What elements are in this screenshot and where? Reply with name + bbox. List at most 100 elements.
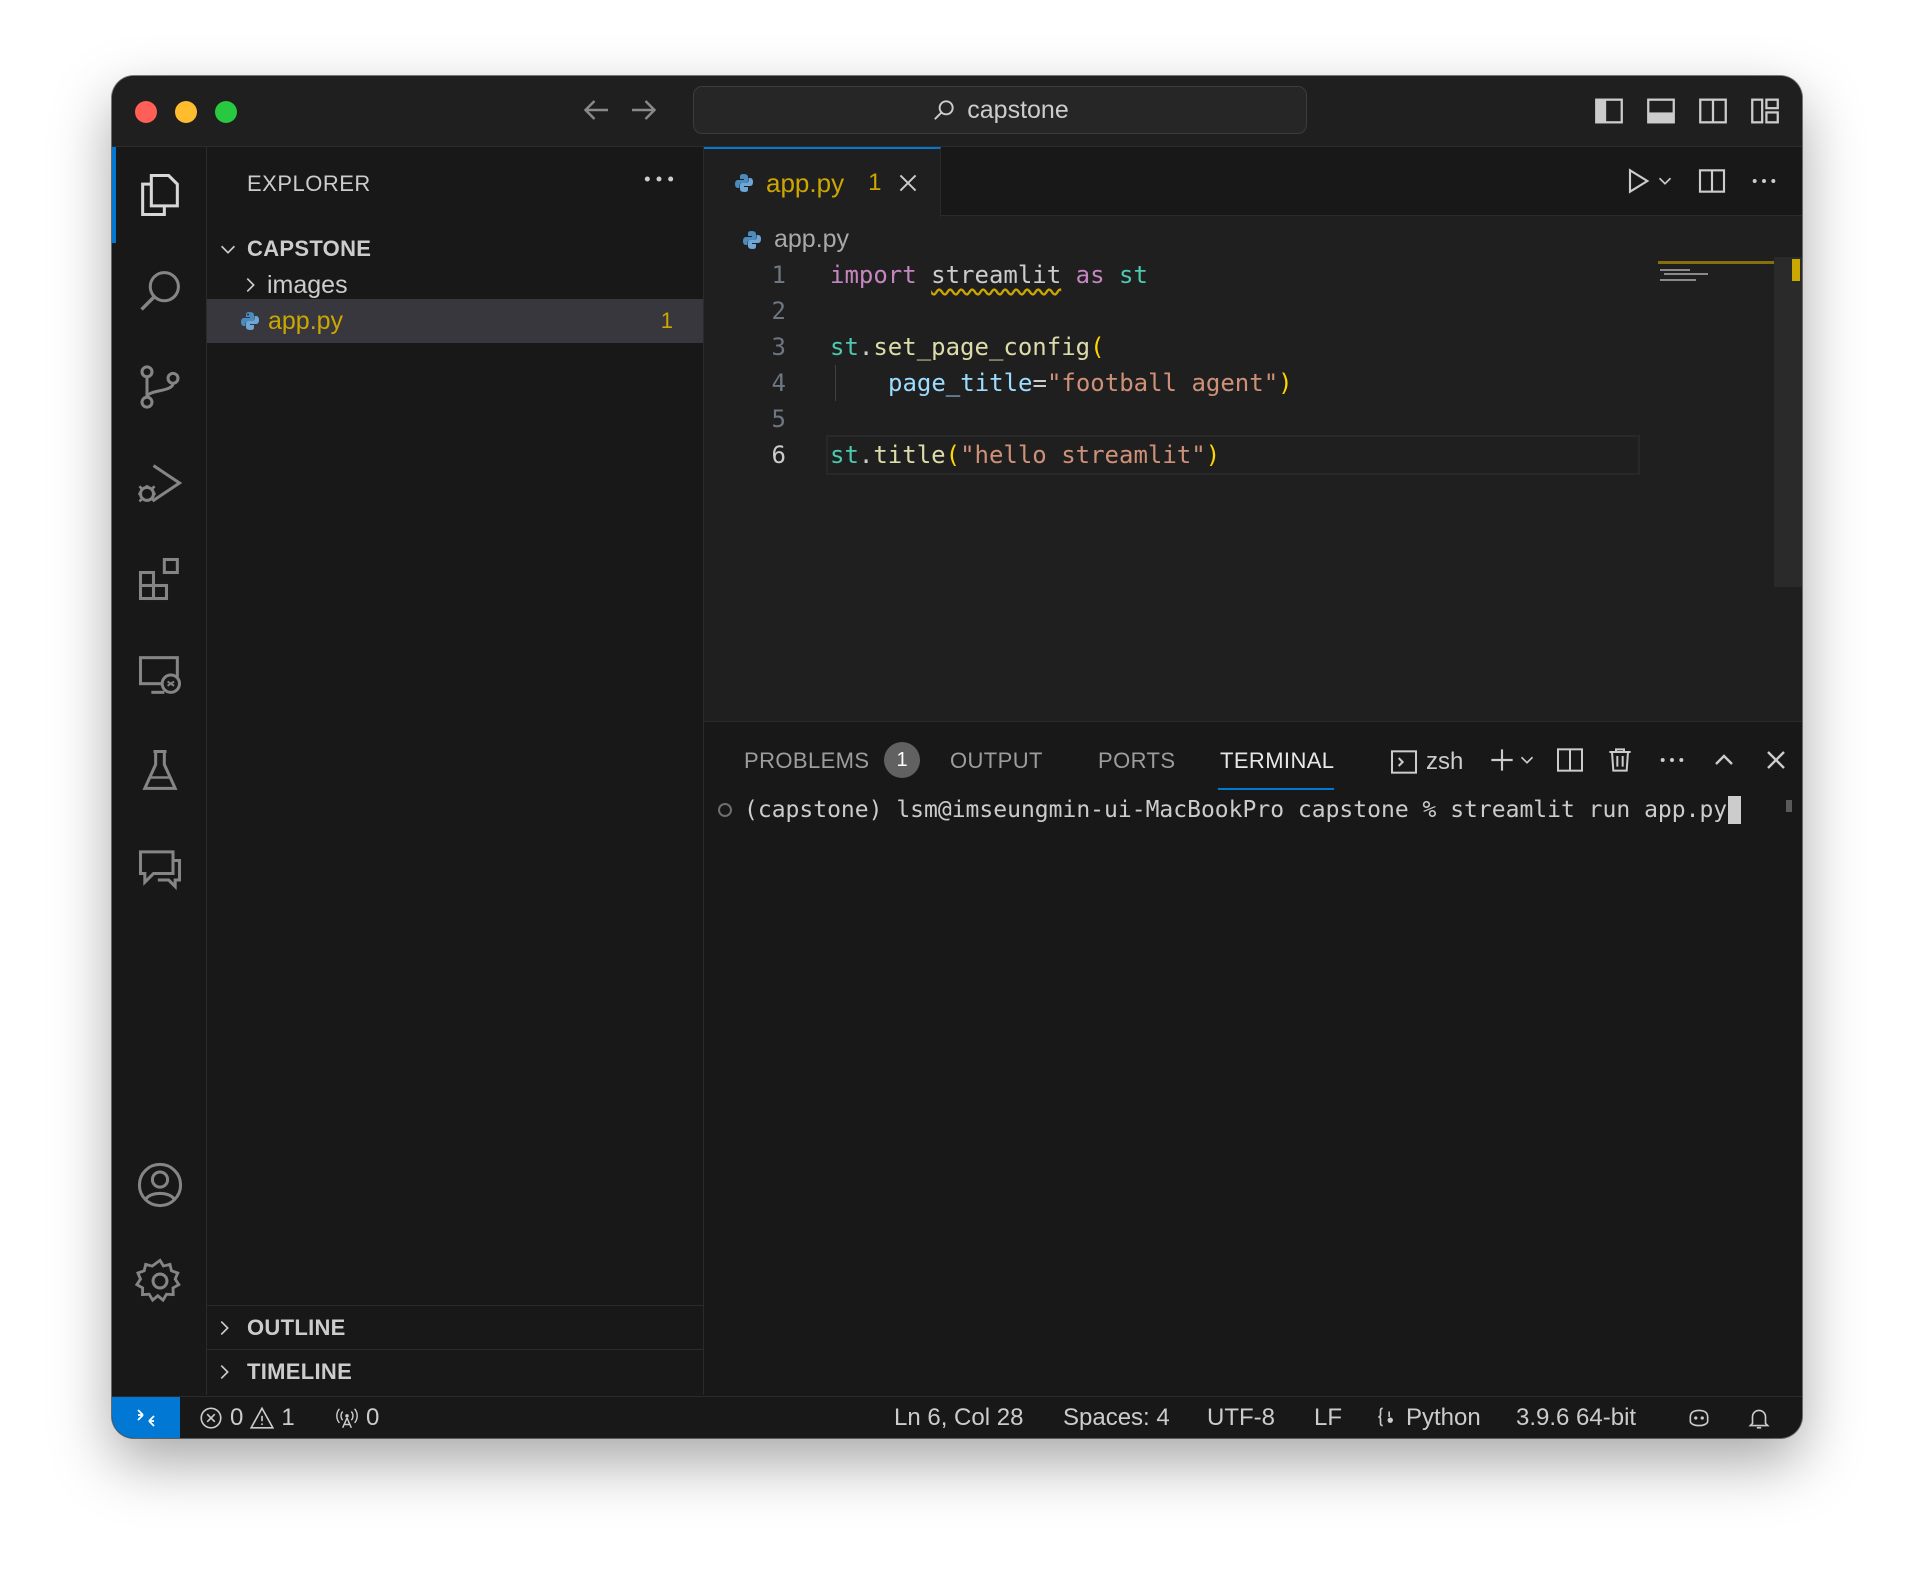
problem-count-badge: 1 <box>660 308 673 333</box>
error-icon <box>200 1407 222 1429</box>
toggle-panel-icon[interactable] <box>1644 94 1678 128</box>
code-text: page_title="football agent") <box>888 369 1293 397</box>
sidebar-title: EXPLORER <box>247 171 371 196</box>
customize-layout-icon[interactable] <box>1748 94 1782 128</box>
command-center-label: capstone <box>967 95 1069 124</box>
timeline-section-header[interactable]: TIMELINE <box>207 1349 703 1394</box>
title-bar: capstone <box>112 76 1802 147</box>
outline-section-header[interactable]: OUTLINE <box>207 1305 703 1350</box>
ports-status[interactable]: 0 <box>334 1404 379 1432</box>
remote-indicator[interactable] <box>112 1397 180 1438</box>
language-mode[interactable]: Python <box>1374 1404 1481 1432</box>
python-file-icon <box>241 312 259 330</box>
workspace-folder-label: CAPSTONE <box>247 236 372 261</box>
radio-tower-icon <box>336 1408 358 1429</box>
accounts-icon[interactable] <box>134 1159 186 1211</box>
warning-count: 1 <box>281 1404 295 1431</box>
trash-icon[interactable] <box>1604 744 1636 776</box>
toggle-secondary-sidebar-icon[interactable] <box>1696 94 1730 128</box>
code-text: st.title("hello streamlit") <box>830 441 1221 469</box>
python-interpreter[interactable]: 3.9.6 64-bit <box>1516 1404 1636 1432</box>
split-editor-icon[interactable] <box>1696 165 1728 197</box>
line-number: 4 <box>771 369 786 397</box>
encoding[interactable]: UTF-8 <box>1207 1404 1275 1432</box>
tree-item-label: images <box>267 270 348 299</box>
cursor-position[interactable]: Ln 6, Col 28 <box>894 1404 1023 1432</box>
run-python-file-icon[interactable] <box>1622 165 1654 197</box>
remote-explorer-icon[interactable] <box>134 649 186 701</box>
search-icon[interactable] <box>134 265 186 317</box>
line-number: 1 <box>771 261 786 289</box>
warning-icon <box>250 1406 275 1429</box>
braces-icon <box>1378 1407 1393 1427</box>
close-panel-icon[interactable] <box>1760 744 1792 776</box>
more-actions-icon[interactable] <box>639 159 679 199</box>
end-of-line[interactable]: LF <box>1314 1404 1342 1432</box>
back-arrow-icon[interactable] <box>578 92 614 128</box>
code-line: 4 page_title="football agent") <box>704 365 1764 401</box>
code-text: st.set_page_config( <box>830 333 1105 361</box>
explorer-sidebar: EXPLORER CAPSTONE images app.py 1 OUTLIN… <box>207 147 704 1395</box>
indentation[interactable]: Spaces: 4 <box>1063 1404 1170 1432</box>
tree-item-app-py[interactable]: app.py 1 <box>207 299 703 343</box>
terminal-scrollbar[interactable] <box>1786 800 1792 812</box>
code-line: 2 <box>704 293 1764 329</box>
active-tab-indicator <box>1218 788 1334 790</box>
tab-ports[interactable]: PORTS <box>1098 748 1175 774</box>
testing-icon[interactable] <box>134 745 186 797</box>
code-text: import streamlit as st <box>830 261 1148 289</box>
extensions-icon[interactable] <box>134 553 186 605</box>
tree-item-label: app.py <box>268 306 344 335</box>
notifications-bell-icon[interactable] <box>1746 1405 1772 1431</box>
tab-terminal[interactable]: TERMINAL <box>1220 748 1334 774</box>
terminal-icon[interactable] <box>1388 746 1420 778</box>
unresolved-import-warning[interactable]: streamlit <box>931 261 1061 289</box>
tab-label: app.py <box>766 167 845 198</box>
line-number: 5 <box>771 405 786 433</box>
chevron-down-icon[interactable] <box>1516 744 1538 776</box>
command-center-search[interactable]: capstone <box>693 86 1307 134</box>
vscode-window: capstone EXPLORER CAPSTONE images app.py… <box>112 76 1802 1438</box>
close-window-button[interactable] <box>135 101 157 123</box>
minimap[interactable] <box>1658 261 1780 301</box>
problems-count-badge: 1 <box>884 742 920 778</box>
terminal-output[interactable]: (capstone) lsm@imseungmin-ui-MacBookPro … <box>718 796 1742 824</box>
breadcrumb[interactable]: app.py <box>740 225 849 254</box>
split-terminal-icon[interactable] <box>1554 744 1586 776</box>
forward-arrow-icon[interactable] <box>626 92 662 128</box>
problems-status[interactable]: 0 1 <box>198 1404 295 1432</box>
tab-output[interactable]: OUTPUT <box>950 748 1043 774</box>
explorer-icon[interactable] <box>134 169 186 221</box>
language-label: Python <box>1406 1404 1481 1431</box>
code-line: 5 <box>704 401 1764 437</box>
code-line-current: 6 st.title("hello streamlit") <box>704 435 1764 475</box>
zoom-window-button[interactable] <box>215 101 237 123</box>
error-count: 0 <box>230 1404 244 1431</box>
bottom-panel: PROBLEMS 1 OUTPUT PORTS TERMINAL zsh (ca… <box>704 721 1802 1396</box>
command-decoration-icon[interactable] <box>718 803 732 817</box>
line-number: 3 <box>771 333 786 361</box>
editor-scrollbar[interactable] <box>1774 257 1802 587</box>
remote-icon <box>137 1409 155 1427</box>
new-terminal-plus-icon[interactable] <box>1486 744 1518 776</box>
maximize-panel-chevron-up-icon[interactable] <box>1708 744 1740 776</box>
more-actions-icon[interactable] <box>1656 744 1688 776</box>
active-view-indicator <box>112 147 116 243</box>
tab-app-py[interactable]: app.py 1 <box>704 147 941 217</box>
line-number: 6 <box>771 441 786 469</box>
minimize-window-button[interactable] <box>175 101 197 123</box>
toggle-primary-sidebar-icon[interactable] <box>1592 94 1626 128</box>
copilot-icon[interactable] <box>1686 1405 1712 1431</box>
more-actions-icon[interactable] <box>1748 165 1780 197</box>
chevron-right-icon <box>220 1320 229 1336</box>
tab-problems[interactable]: PROBLEMS <box>744 748 869 774</box>
terminal-shell-label[interactable]: zsh <box>1426 748 1463 776</box>
run-debug-icon[interactable] <box>134 457 186 509</box>
close-tab-icon[interactable] <box>895 170 921 196</box>
chat-icon[interactable] <box>134 841 186 893</box>
source-control-icon[interactable] <box>134 361 186 413</box>
chevron-down-icon[interactable] <box>1654 165 1676 197</box>
code-editor[interactable]: 1 import streamlit as st 2 3 st.set_page… <box>704 257 1764 717</box>
manage-gear-icon[interactable] <box>134 1255 186 1307</box>
chevron-right-icon <box>220 1364 229 1380</box>
